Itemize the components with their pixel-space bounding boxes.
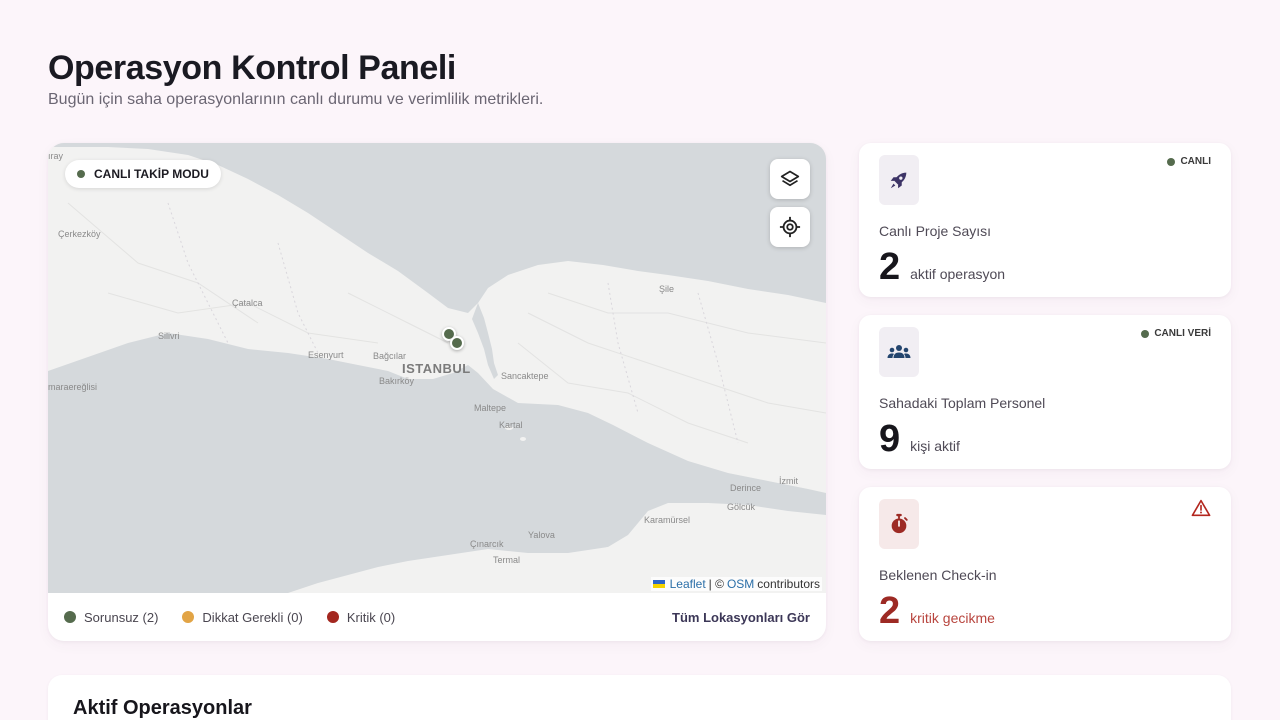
stat-number: 2 (879, 246, 901, 288)
map-label-yalova: Yalova (528, 530, 555, 540)
legend-dot-warning (182, 611, 195, 623)
page-title: Operasyon Kontrol Paneli (48, 49, 456, 87)
layers-button[interactable] (770, 159, 810, 199)
stat-icon-box (879, 499, 919, 549)
stopwatch-icon (891, 513, 908, 534)
map-label-catalca: Çatalca (232, 298, 263, 308)
rocket-icon (890, 172, 907, 189)
live-dot (1141, 329, 1150, 338)
legend-dot-ok (64, 611, 76, 623)
stat-card-personnel: CANLI VERİ Sahadaki Toplam Personel 9 ki… (859, 315, 1231, 469)
stat-value: 9 kişi aktif (879, 417, 960, 461)
stat-unit: kişi aktif (910, 438, 960, 454)
all-locations-link[interactable]: Tüm Lokasyonları Gör (672, 610, 810, 625)
live-map[interactable]: ıray Çerkezköy Çatalca Silivri Esenyurt … (48, 143, 826, 593)
stat-unit: aktif operasyon (910, 266, 1006, 282)
live-dot (1167, 157, 1176, 166)
locate-button[interactable] (770, 207, 810, 247)
page-subtitle: Bugün için saha operasyonlarının canlı d… (48, 91, 544, 108)
active-operations-card: Aktif Operasyonlar (48, 675, 1231, 720)
map-label-esenyurt: Esenyurt (308, 350, 344, 360)
osm-link[interactable]: OSM (727, 577, 754, 591)
map-label-derince: Derince (730, 483, 762, 493)
stat-icon-box (879, 327, 919, 377)
crosshair-icon (779, 216, 801, 238)
ukraine-flag-icon (652, 580, 665, 588)
stat-unit: kritik gecikme (910, 610, 995, 626)
legend-item-ok: Sorunsuz (2) (64, 610, 158, 625)
map-label-termal: Termal (493, 555, 521, 565)
live-badge-label: CANLI VERİ (1154, 328, 1211, 339)
attribution-separator: | © (708, 577, 724, 591)
active-operations-title: Aktif Operasyonlar (73, 697, 252, 719)
legend-item-warning: Dikkat Gerekli (0) (182, 609, 303, 625)
legend-label-critical: Kritik (0) (346, 609, 396, 625)
attribution-contributors: contributors (757, 577, 820, 591)
live-status-dot (77, 170, 85, 178)
leaflet-link[interactable]: Leaflet (670, 577, 706, 591)
legend-dot-critical (326, 611, 339, 623)
map-legend: Sorunsuz (2) Dikkat Gerekli (0) Kritik (… (48, 593, 826, 641)
stat-label: Canlı Proje Sayısı (879, 223, 992, 239)
legend-item-critical: Kritik (0) (326, 609, 396, 625)
map-label-maltepe: Maltepe (474, 403, 507, 413)
live-badge-label: CANLI (1180, 156, 1211, 167)
people-icon (887, 345, 911, 358)
map-label-istanbul: ISTANBUL (402, 361, 471, 376)
map-label-golcuk: Gölcük (727, 502, 756, 512)
map-label-marmaraereglisi: maraereğlisi (48, 382, 98, 392)
map-label-izmit: İzmit (779, 476, 798, 486)
map-label-cerkezkoy: Çerkezköy (58, 229, 101, 239)
location-marker[interactable] (450, 336, 464, 350)
map-label-cinarcik: Çınarcık (470, 539, 504, 549)
map-label-sile: Şile (659, 284, 675, 294)
live-tracking-label: CANLI TAKİP MODU (94, 167, 209, 181)
stat-label: Sahadaki Toplam Personel (879, 395, 1046, 411)
layers-icon (780, 170, 800, 187)
map-label-silivri: Silivri (158, 331, 180, 341)
map-label-bakirkoy: Bakırköy (379, 376, 415, 386)
legend-label-ok: Sorunsuz (2) (84, 609, 159, 625)
stat-number: 9 (879, 418, 901, 460)
live-badge: CANLI (1167, 156, 1211, 167)
map-label-sancaktepe: Sancaktepe (501, 371, 549, 381)
page-header: Operasyon Kontrol Paneli Bugün için saha… (48, 48, 543, 110)
stat-card-checkin: Beklenen Check-in 2 kritik gecikme (859, 487, 1231, 641)
map-label-bagcilar: Bağcılar (373, 351, 407, 361)
live-tracking-badge: CANLI TAKİP MODU (65, 160, 221, 188)
stat-number: 2 (879, 590, 901, 632)
warning-icon (1191, 499, 1211, 522)
stat-value: 2 aktif operasyon (879, 245, 1005, 289)
live-data-badge: CANLI VERİ (1141, 328, 1211, 339)
map-card: ıray Çerkezköy Çatalca Silivri Esenyurt … (48, 143, 826, 641)
map-label-tray: ıray (48, 151, 64, 161)
stat-icon-box (879, 155, 919, 205)
stat-value: 2 kritik gecikme (879, 589, 995, 633)
map-attribution: Leaflet | © OSM contributors (650, 577, 822, 591)
legend-label-warning: Dikkat Gerekli (0) (202, 609, 303, 625)
map-label-kartal: Kartal (499, 420, 523, 430)
stat-card-projects: CANLI Canlı Proje Sayısı 2 aktif operasy… (859, 143, 1231, 297)
stat-label: Beklenen Check-in (879, 567, 997, 583)
map-label-karamursel: Karamürsel (644, 515, 691, 525)
